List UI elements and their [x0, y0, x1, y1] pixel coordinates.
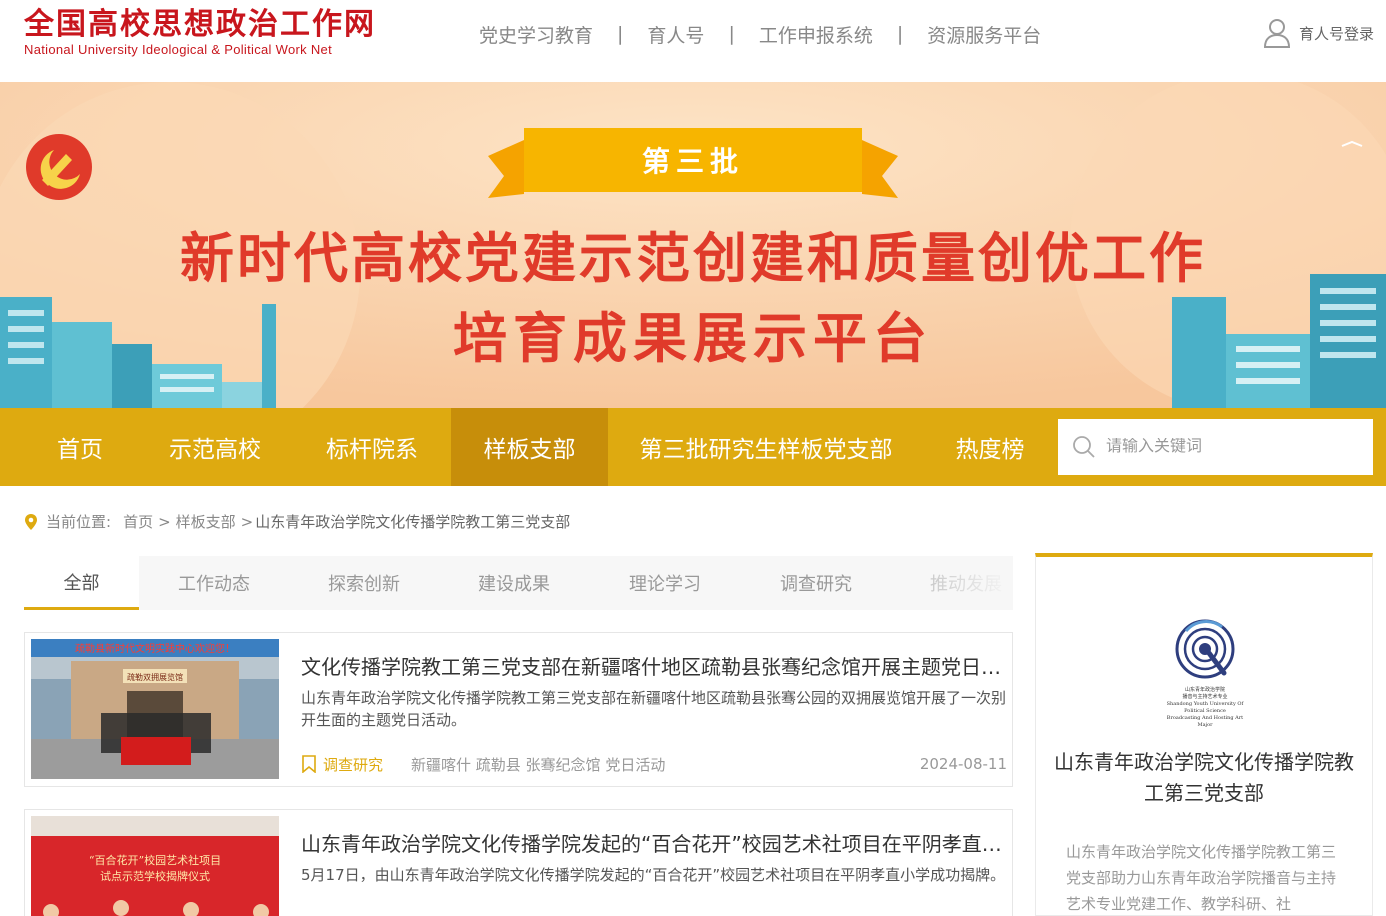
banner-title-line2: 培育成果展示平台: [453, 306, 933, 370]
article-thumbnail[interactable]: 疏勒县新时代文明实践中心欢迎您！ 疏勒双拥展览馆: [31, 639, 279, 779]
top-nav-separator: |: [728, 23, 735, 45]
tab-all[interactable]: 全部: [24, 556, 139, 610]
top-nav-party-history[interactable]: 党史学习教育: [479, 21, 593, 48]
login-label: 育人号登录: [1298, 24, 1374, 43]
logo-english: National University Ideological & Politi…: [24, 42, 332, 57]
branch-profile-card: 山东青年政治学院 播音与主持艺术专业 Shandong Youth Univer…: [1035, 553, 1373, 916]
branch-logo-caption: 山东青年政治学院 播音与主持艺术专业 Shandong Youth Univer…: [1164, 687, 1246, 729]
party-emblem-icon: [26, 134, 92, 200]
banner-ribbon: 第三批: [524, 128, 862, 192]
top-nav-separator: |: [617, 23, 624, 45]
article-category[interactable]: 调查研究: [323, 754, 383, 775]
banner-ribbon-text: 第三批: [641, 145, 744, 178]
logo-caption-cn2: 播音与主持艺术专业: [1182, 694, 1228, 700]
logo-caption-cn1: 山东青年政治学院: [1184, 687, 1225, 693]
article-card[interactable]: 疏勒县新时代文明实践中心欢迎您！ 疏勒双拥展览馆 文化传播学院教工第三党支部在新…: [24, 632, 1013, 787]
banner-title-line1: 新时代高校党建示范创建和质量创优工作: [180, 226, 1206, 290]
main-nav: 首页 示范高校 标杆院系 样板支部 第三批研究生样板党支部 热度榜: [0, 408, 1386, 486]
search-icon[interactable]: [1072, 435, 1096, 459]
user-icon: [1263, 19, 1290, 48]
logo-caption-en2: Broadcasting And Hosting Art Major: [1166, 715, 1244, 728]
main-nav-ranking[interactable]: 热度榜: [924, 408, 1056, 486]
breadcrumb: 当前位置: 首页 > 样板支部 > 山东青年政治学院文化传播学院教工第三党支部: [24, 511, 570, 532]
tab-theory-study[interactable]: 理论学习: [589, 556, 741, 610]
tab-innovation[interactable]: 探索创新: [289, 556, 439, 610]
search-box: [1058, 419, 1373, 475]
tabs-fade-overlay: [933, 556, 1013, 610]
site-header: 全国高校思想政治工作网 National University Ideologi…: [0, 0, 1386, 82]
category-tag-icon: [302, 755, 316, 773]
article-meta: 调查研究 新疆喀什 疏勒县 张骞纪念馆 党日活动 2024-08-11: [301, 753, 1007, 775]
photo-sign-text: 疏勒双拥展览馆: [127, 672, 183, 682]
tab-work-updates[interactable]: 工作动态: [139, 556, 289, 610]
tab-achievements[interactable]: 建设成果: [439, 556, 589, 610]
top-nav-separator: |: [896, 23, 904, 45]
breadcrumb-model-branches[interactable]: 样板支部: [176, 511, 236, 532]
hero-banner: 第三批 新时代高校党建示范创建和质量创优工作 培育成果展示平台: [0, 82, 1386, 408]
logo-chinese: 全国高校思想政治工作网: [24, 7, 376, 42]
search-input[interactable]: [1106, 438, 1356, 456]
main-nav-model-branches[interactable]: 样板支部: [451, 408, 608, 486]
article-photo: “百合花开”校园艺术社项目 试点示范学校揭牌仪式: [31, 816, 279, 916]
site-logo[interactable]: 全国高校思想政治工作网 National University Ideologi…: [24, 8, 404, 64]
photo-banner-text: 疏勒县新时代文明实践中心欢迎您！: [75, 642, 235, 655]
logo-caption-en1: Shandong Youth University Of Political S…: [1166, 701, 1244, 714]
article-summary: 5月17日，由山东青年政治学院文化传播学院发起的“百合花开”校园艺术社项目在平阴…: [301, 866, 1006, 884]
photo-line1-text: “百合花开”校园艺术社项目: [89, 853, 221, 867]
breadcrumb-label: 当前位置:: [46, 513, 112, 531]
breadcrumb-separator: >: [240, 512, 254, 531]
article-title[interactable]: 山东青年政治学院文化传播学院发起的“百合花开”校园艺术社项目在平阴孝直小学成功揭…: [301, 828, 1005, 857]
article-card[interactable]: “百合花开”校园艺术社项目 试点示范学校揭牌仪式 山东青年政治学院文化传播学院发…: [24, 809, 1013, 916]
top-nav: 党史学习教育 | 育人号 | 工作申报系统 | 资源服务平台: [479, 21, 1041, 48]
branch-name: 山东青年政治学院文化传播学院教工第三党支部: [1054, 750, 1354, 805]
article-date: 2024-08-11: [919, 755, 1007, 773]
top-nav-yurenhao[interactable]: 育人号: [647, 21, 704, 48]
article-thumbnail[interactable]: “百合花开”校园艺术社项目 试点示范学校揭牌仪式: [31, 816, 279, 916]
article-summary: 山东青年政治学院文化传播学院教工第三党支部在新疆喀什地区疏勒县张骞公园的双拥展览…: [301, 689, 1007, 729]
main-nav-demo-universities[interactable]: 示范高校: [152, 408, 278, 486]
main-nav-benchmark-departments[interactable]: 标杆院系: [294, 408, 450, 486]
tab-research[interactable]: 调查研究: [741, 556, 891, 610]
breadcrumb-current: 山东青年政治学院文化传播学院教工第三党支部: [255, 513, 571, 531]
breadcrumb-separator: >: [158, 512, 171, 531]
top-nav-resource-platform[interactable]: 资源服务平台: [927, 21, 1041, 48]
article-tags: 新疆喀什 疏勒县 张骞纪念馆 党日活动: [411, 755, 666, 774]
category-tabs: 全部 工作动态 探索创新 建设成果 理论学习 调查研究 推动发展: [24, 556, 1013, 610]
article-title[interactable]: 文化传播学院教工第三党支部在新疆喀什地区疏勒县张骞纪念馆开展主题党日活动: [301, 651, 1005, 680]
article-photo: 疏勒县新时代文明实践中心欢迎您！ 疏勒双拥展览馆: [31, 639, 279, 779]
branch-description: 山东青年政治学院文化传播学院教工第三党支部助力山东青年政治学院播音与主持艺术专业…: [1066, 843, 1337, 913]
microphone-logo-icon: [1175, 619, 1235, 679]
branch-logo: 山东青年政治学院 播音与主持艺术专业 Shandong Youth Univer…: [1164, 617, 1246, 729]
login-link[interactable]: 育人号登录: [1263, 16, 1374, 50]
main-nav-home[interactable]: 首页: [24, 408, 136, 486]
main-nav-third-batch-grad[interactable]: 第三批研究生样板党支部: [624, 408, 908, 486]
location-pin-icon: [25, 513, 37, 530]
breadcrumb-home[interactable]: 首页: [123, 511, 153, 532]
photo-line2-text: 试点示范学校揭牌仪式: [100, 869, 210, 883]
top-nav-report-system[interactable]: 工作申报系统: [759, 21, 873, 48]
